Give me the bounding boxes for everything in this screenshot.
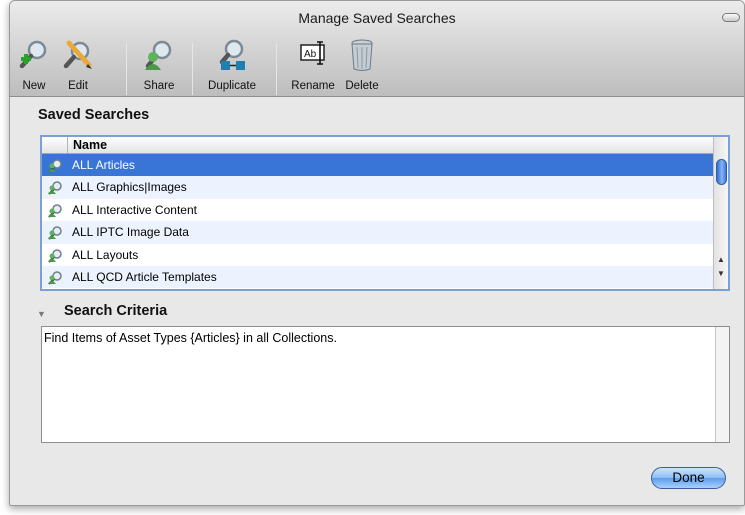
toolbar-separator <box>126 43 127 95</box>
criteria-text: Find Items of Asset Types {Articles} in … <box>44 331 337 345</box>
list-header: Name <box>42 137 713 154</box>
new-label: New <box>22 80 46 92</box>
list-item[interactable]: ALL Graphics|Images <box>42 176 713 199</box>
saved-search-icon <box>48 181 62 196</box>
new-button[interactable]: New <box>14 37 54 95</box>
rename-label: Rename <box>291 80 335 92</box>
saved-search-icon <box>48 204 62 218</box>
list-item[interactable]: ALL Interactive Content <box>42 199 713 221</box>
duplicate-label: Duplicate <box>208 80 256 92</box>
saved-search-icon <box>48 271 62 285</box>
list-item[interactable]: ALL IPTC Image Data <box>42 221 713 244</box>
edit-button[interactable]: Edit <box>58 37 98 95</box>
toolbar-separator <box>276 43 277 95</box>
saved-search-icon <box>48 226 62 240</box>
saved-search-icon <box>48 248 62 263</box>
list-vertical-scrollbar[interactable]: ▲ ▼ <box>713 137 728 289</box>
list-item[interactable]: ALL Layouts <box>42 244 713 266</box>
list-item-label: ALL IPTC Image Data <box>72 225 189 240</box>
new-search-icon <box>19 40 47 69</box>
svg-text:Ab: Ab <box>304 49 317 60</box>
share-label: Share <box>143 80 175 92</box>
list-item[interactable]: ALL QCD Article Templates <box>42 265 713 289</box>
icon-column-header[interactable] <box>42 137 68 153</box>
title-toolbar-area: Manage Saved Searches New Edit Share Dup… <box>10 1 744 97</box>
list-item-label: ALL Layouts <box>72 247 139 262</box>
criteria-scrollbar[interactable] <box>715 327 729 442</box>
list-item[interactable]: ALL Articles <box>42 154 713 177</box>
duplicate-icon <box>219 39 245 70</box>
search-criteria-textarea[interactable]: Find Items of Asset Types {Articles} in … <box>41 326 730 443</box>
share-icon <box>145 40 172 70</box>
list-item-label: ALL Articles <box>72 158 135 172</box>
saved-search-icon <box>48 159 62 173</box>
duplicate-button[interactable]: Duplicate <box>200 37 264 95</box>
saved-searches-heading: Saved Searches <box>38 107 150 123</box>
manage-saved-searches-window: Manage Saved Searches New Edit Share Dup… <box>9 0 745 506</box>
toolbar: New Edit Share Duplicate Ab Rename Delet… <box>10 37 744 95</box>
saved-searches-list[interactable]: Name ALL Articles ALL Graphics|Images AL… <box>40 135 730 291</box>
search-criteria-heading[interactable]: Search Criteria <box>64 303 167 319</box>
delete-button[interactable]: Delete <box>340 37 384 95</box>
scroll-down-arrow-icon[interactable]: ▼ <box>717 269 725 278</box>
scroll-up-arrow-icon[interactable]: ▲ <box>717 255 725 264</box>
done-button[interactable]: Done <box>651 467 726 489</box>
toolbar-separator <box>192 43 193 95</box>
toolbar-toggle-button[interactable] <box>722 13 740 22</box>
rename-button[interactable]: Ab Rename <box>288 37 338 95</box>
list-item-label: ALL QCD Article Templates <box>72 269 217 284</box>
trash-icon <box>351 39 373 71</box>
edit-search-icon <box>63 40 92 69</box>
list-rows: ALL Articles ALL Graphics|Images ALL Int… <box>42 154 713 289</box>
share-button[interactable]: Share <box>136 37 182 95</box>
name-column-header[interactable]: Name <box>73 138 107 152</box>
delete-label: Delete <box>345 80 379 92</box>
edit-label: Edit <box>68 80 88 92</box>
window-title: Manage Saved Searches <box>298 10 456 26</box>
scrollbar-thumb[interactable] <box>716 159 727 185</box>
disclosure-triangle-icon[interactable]: ▼ <box>37 309 46 319</box>
list-item-label: ALL Graphics|Images <box>72 180 187 195</box>
list-item-label: ALL Interactive Content <box>72 202 197 217</box>
rename-icon: Ab <box>300 41 325 65</box>
